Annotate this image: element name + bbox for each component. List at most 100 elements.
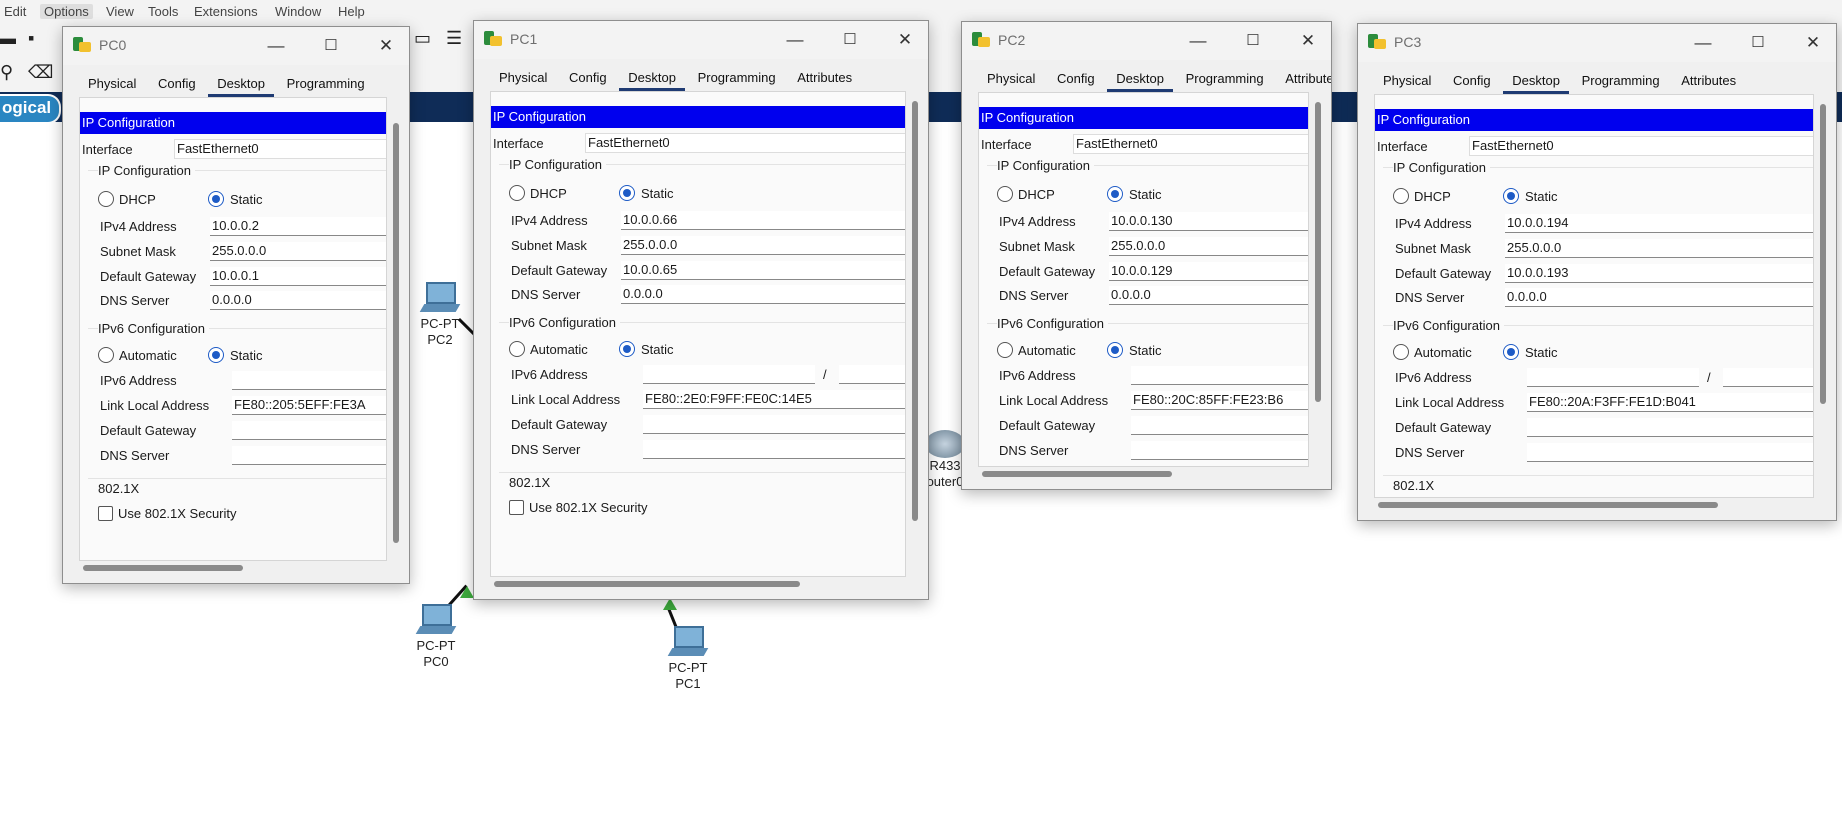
tab-physical[interactable]: Physical [1374,70,1440,91]
dhcp-radio[interactable] [509,185,525,201]
device-pc2[interactable]: PC-PT PC2 [414,282,466,348]
ipv6-dns-field[interactable] [232,446,386,465]
ipv6-dns-field[interactable] [1527,443,1813,462]
link-local-field[interactable]: FE80::20C:85FF:FE23:B6 [1131,391,1308,410]
clear-icon[interactable]: ⌫ [28,62,53,83]
link-local-field[interactable]: FE80::20A:F3FF:FE1D:B041 [1527,393,1813,412]
horizontal-scrollbar[interactable] [83,565,243,571]
automatic-radio[interactable] [509,341,525,357]
interface-select[interactable]: FastEthernet0 [1469,136,1813,156]
menu-edit[interactable]: Edit [4,4,26,19]
title-bar[interactable]: PC0 — ☐ ✕ [63,27,409,65]
subnet-mask-field[interactable]: 255.0.0.0 [621,236,905,255]
title-bar[interactable]: PC1 — ☐ ✕ [474,21,928,59]
ipv6-address-field[interactable] [1527,368,1699,387]
device-pc0[interactable]: PC-PT PC0 [410,604,462,670]
open-folder-icon[interactable]: ▬ [0,28,16,49]
ipv4-address-field[interactable]: 10.0.0.194 [1505,214,1813,233]
ipv6-static-radio[interactable] [1107,342,1123,358]
ipv6-static-radio[interactable] [1503,344,1519,360]
vertical-scrollbar[interactable] [912,101,918,521]
tab-programming[interactable]: Programming [278,73,374,94]
dot1x-checkbox[interactable] [98,506,113,521]
ipv6-address-field[interactable] [232,371,386,390]
interface-select[interactable]: FastEthernet0 [585,133,905,153]
maximize-icon[interactable]: ☐ [1735,29,1781,57]
minimize-icon[interactable]: — [772,26,818,54]
tab-desktop[interactable]: Desktop [1107,68,1173,92]
tab-config[interactable]: Config [560,67,616,88]
subnet-mask-field[interactable]: 255.0.0.0 [210,242,386,261]
ipv6-dns-field[interactable] [1131,441,1308,460]
maximize-icon[interactable]: ☐ [827,26,873,54]
maximize-icon[interactable]: ☐ [1230,27,1276,55]
tab-config[interactable]: Config [149,73,205,94]
ipv6-prefix-field[interactable] [839,365,905,384]
vertical-scrollbar[interactable] [393,123,399,543]
minimize-icon[interactable]: — [1680,29,1726,57]
logical-workspace-tab[interactable]: ogical [0,94,62,124]
ipv6-prefix-field[interactable] [1723,368,1813,387]
menu-window[interactable]: Window [275,4,321,19]
close-icon[interactable]: ✕ [1790,29,1836,57]
static-radio[interactable] [1107,186,1123,202]
tab-config[interactable]: Config [1444,70,1500,91]
title-bar[interactable]: PC2 — ☐ ✕ [962,22,1331,60]
window-icon[interactable]: ▭ [414,28,431,49]
static-radio[interactable] [208,191,224,207]
tab-physical[interactable]: Physical [79,73,145,94]
ipv6-gateway-field[interactable] [232,421,386,440]
tab-attributes[interactable]: Attributes [1672,70,1745,91]
interface-select[interactable]: FastEthernet0 [174,139,386,159]
list-icon[interactable]: ☰ [446,28,462,49]
horizontal-scrollbar[interactable] [494,581,800,587]
horizontal-scrollbar[interactable] [1378,502,1718,508]
title-bar[interactable]: PC3 — ☐ ✕ [1358,24,1836,62]
close-icon[interactable]: ✕ [882,26,928,54]
ipv6-dns-field[interactable] [643,440,905,459]
dns-server-field[interactable]: 0.0.0.0 [210,291,386,310]
tab-desktop[interactable]: Desktop [208,73,274,97]
ipv6-static-radio[interactable] [619,341,635,357]
ipv6-gateway-field[interactable] [643,415,905,434]
static-radio[interactable] [1503,188,1519,204]
minimize-icon[interactable]: — [1175,27,1221,55]
ipv6-gateway-field[interactable] [1131,416,1308,435]
interface-select[interactable]: FastEthernet0 [1073,134,1308,154]
static-radio[interactable] [619,185,635,201]
default-gateway-field[interactable]: 10.0.0.193 [1505,264,1813,283]
minimize-icon[interactable]: — [253,32,299,60]
dhcp-radio[interactable] [98,191,114,207]
menu-options[interactable]: Options [40,4,93,19]
close-icon[interactable]: ✕ [363,32,409,60]
menu-tools[interactable]: Tools [148,4,178,19]
ipv6-address-field[interactable] [1131,366,1308,385]
tab-attributes[interactable]: Attributes [1276,68,1331,89]
automatic-radio[interactable] [997,342,1013,358]
tab-attributes[interactable]: Attributes [788,67,861,88]
menu-help[interactable]: Help [338,4,365,19]
dot1x-checkbox[interactable] [509,500,524,515]
link-local-field[interactable]: FE80::2E0:F9FF:FE0C:14E5 [643,390,905,409]
automatic-radio[interactable] [1393,344,1409,360]
default-gateway-field[interactable]: 10.0.0.65 [621,261,905,280]
menu-extensions[interactable]: Extensions [194,4,258,19]
subnet-mask-field[interactable]: 255.0.0.0 [1505,239,1813,258]
tab-desktop[interactable]: Desktop [619,67,685,91]
search-icon[interactable]: ⚲ [0,62,13,83]
horizontal-scrollbar[interactable] [982,471,1172,477]
ipv4-address-field[interactable]: 10.0.0.130 [1109,212,1308,231]
ipv6-address-field[interactable] [643,365,815,384]
default-gateway-field[interactable]: 10.0.0.1 [210,267,386,286]
tab-programming[interactable]: Programming [1573,70,1669,91]
tab-physical[interactable]: Physical [490,67,556,88]
ipv6-static-radio[interactable] [208,347,224,363]
save-icon[interactable]: ▪ [28,28,34,49]
menu-view[interactable]: View [106,4,134,19]
device-pc1[interactable]: PC-PT PC1 [662,626,714,692]
close-icon[interactable]: ✕ [1285,27,1331,55]
dhcp-radio[interactable] [1393,188,1409,204]
automatic-radio[interactable] [98,347,114,363]
tab-programming[interactable]: Programming [689,67,785,88]
ipv4-address-field[interactable]: 10.0.0.2 [210,217,386,236]
